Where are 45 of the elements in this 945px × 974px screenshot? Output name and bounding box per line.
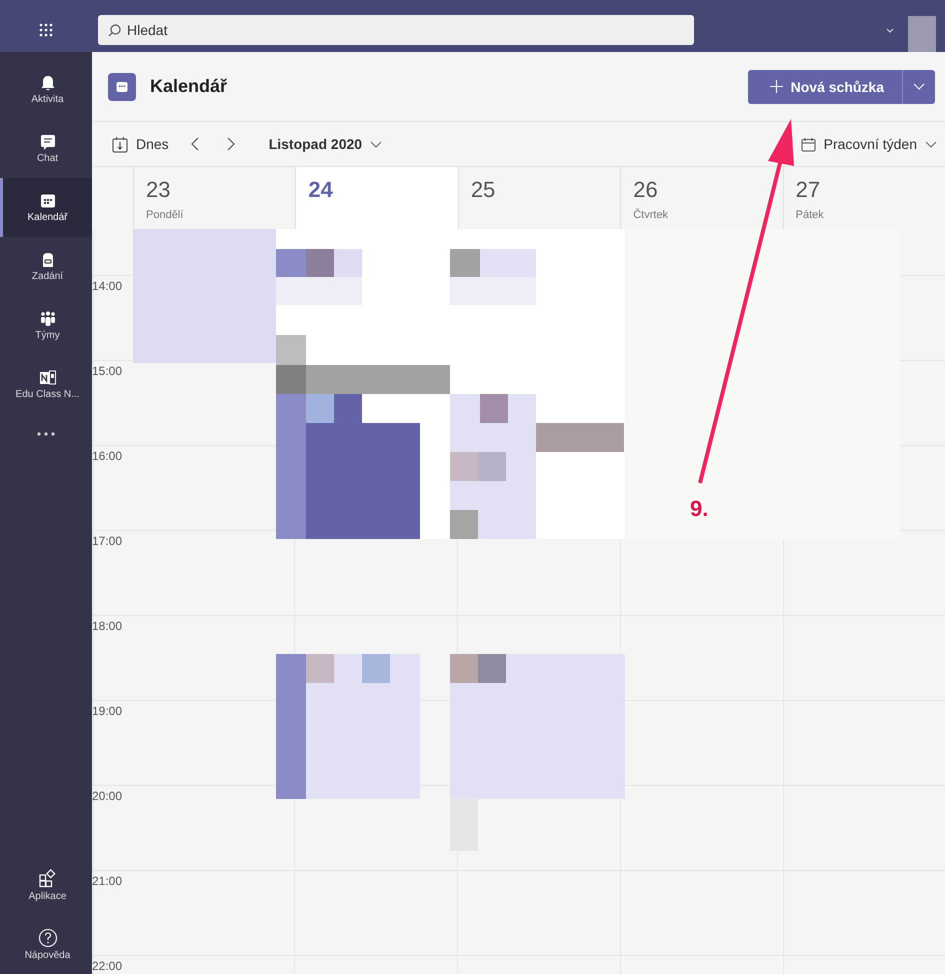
time-label: 18:00 [92,619,122,633]
rail-item[interactable]: Aktivita [0,60,92,119]
chevron-down-icon [913,83,925,90]
time-label: 21:00 [92,874,122,888]
new-meeting-button[interactable]: Nová schůzka [748,70,902,104]
rail-item[interactable]: Edu Class N... [0,355,92,414]
rail-icon [38,369,56,387]
view-picker[interactable]: Pracovní týden [800,136,937,152]
annotation-label: 9. [690,496,708,522]
caret-icon[interactable] [886,28,894,32]
day-header[interactable]: 24 [295,167,458,229]
chevron-down-icon [925,140,937,148]
rail-item[interactable]: Chat [0,119,92,178]
today-button[interactable]: Dnes [112,136,169,152]
rail-icon [38,928,58,948]
rail-icon [38,869,58,889]
rail-icon [38,310,56,328]
chevron-down-icon [370,140,382,148]
time-label: 14:00 [92,279,122,293]
time-label: 17:00 [92,534,122,548]
time-label: 16:00 [92,449,122,463]
calendar-icon [800,136,816,152]
rail-icon [38,74,56,92]
plus-icon [770,80,783,93]
rail-icon [38,133,56,151]
next-icon[interactable] [226,137,235,151]
calendar-icon [108,72,136,100]
calendar-today-icon [112,136,128,152]
time-label: 22:00 [92,959,122,973]
more-icon[interactable] [37,432,55,436]
rail-item[interactable]: Kalendář [0,178,92,237]
page-title: Kalendář [150,76,228,97]
time-label: 19:00 [92,704,122,718]
time-label: 20:00 [92,789,122,803]
rail-item[interactable]: Aplikace [0,856,92,915]
rail-icon [38,192,56,210]
time-label: 15:00 [92,364,122,378]
rail-item[interactable]: Zadání [0,237,92,296]
apps-grid-icon[interactable] [39,23,53,37]
rail-item[interactable]: Týmy [0,296,92,355]
rail-item[interactable]: Nápověda [0,915,92,974]
previous-icon[interactable] [190,137,199,151]
dropdown-button[interactable] [902,70,935,104]
month-picker[interactable]: Listopad 2020 [268,136,382,152]
search-field[interactable]: Hledat [98,15,694,45]
